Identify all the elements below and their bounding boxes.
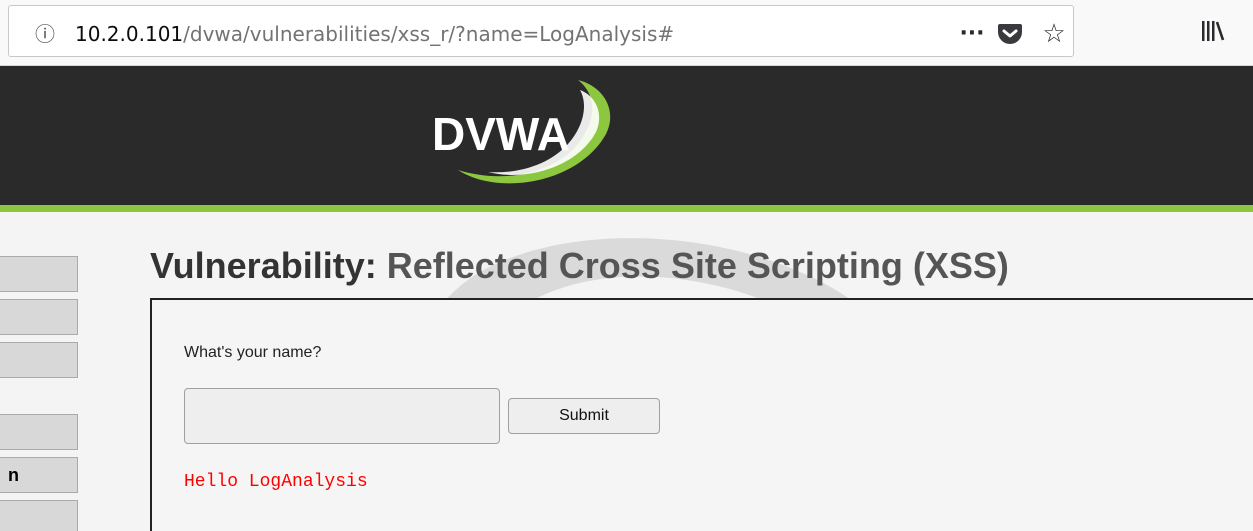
sidebar-item-5[interactable]: n bbox=[0, 457, 78, 493]
xss-form-panel: What's your name? Submit Hello LogAnalys… bbox=[150, 298, 1253, 531]
dvwa-logo[interactable]: DVWA bbox=[428, 74, 624, 192]
library-icon[interactable] bbox=[1198, 18, 1228, 44]
header-accent-strip bbox=[0, 205, 1253, 212]
site-header bbox=[0, 66, 1253, 205]
pocket-icon[interactable] bbox=[997, 22, 1023, 46]
sidebar-item-label: n bbox=[8, 465, 19, 485]
browser-toolbar: ⓘ 10.2.0.101/dvwa/vulnerabilities/xss_r/… bbox=[0, 0, 1253, 66]
page-title-rest: Reflected Cross Site Scripting (XSS) bbox=[386, 245, 1009, 286]
svg-text:DVWA: DVWA bbox=[432, 108, 570, 160]
more-icon[interactable]: ··· bbox=[957, 19, 987, 49]
url-host: 10.2.0.101 bbox=[75, 22, 184, 46]
url-path: /dvwa/vulnerabilities/xss_r/?name=LogAna… bbox=[183, 22, 675, 46]
page-title: Vulnerability: Reflected Cross Site Scri… bbox=[150, 244, 1009, 288]
sidebar-item-3[interactable] bbox=[0, 342, 78, 378]
name-label: What's your name? bbox=[184, 344, 322, 361]
sidebar-item-2[interactable] bbox=[0, 299, 78, 335]
info-icon[interactable]: ⓘ bbox=[35, 24, 55, 44]
name-input[interactable] bbox=[184, 388, 500, 444]
star-icon[interactable]: ☆ bbox=[1039, 19, 1069, 49]
reflected-output: Hello LogAnalysis bbox=[184, 472, 368, 492]
sidebar-item-4[interactable] bbox=[0, 414, 78, 450]
address-bar[interactable]: ⓘ 10.2.0.101/dvwa/vulnerabilities/xss_r/… bbox=[8, 5, 1074, 57]
sidebar-item-1[interactable] bbox=[0, 256, 78, 292]
page-title-prefix: Vulnerability: bbox=[150, 245, 387, 286]
sidebar-item-6[interactable] bbox=[0, 500, 78, 531]
submit-button[interactable]: Submit bbox=[508, 398, 660, 434]
page-body: n Vulnerability: Reflected Cross Site Sc… bbox=[0, 212, 1253, 531]
url-text[interactable]: 10.2.0.101/dvwa/vulnerabilities/xss_r/?n… bbox=[75, 22, 674, 46]
